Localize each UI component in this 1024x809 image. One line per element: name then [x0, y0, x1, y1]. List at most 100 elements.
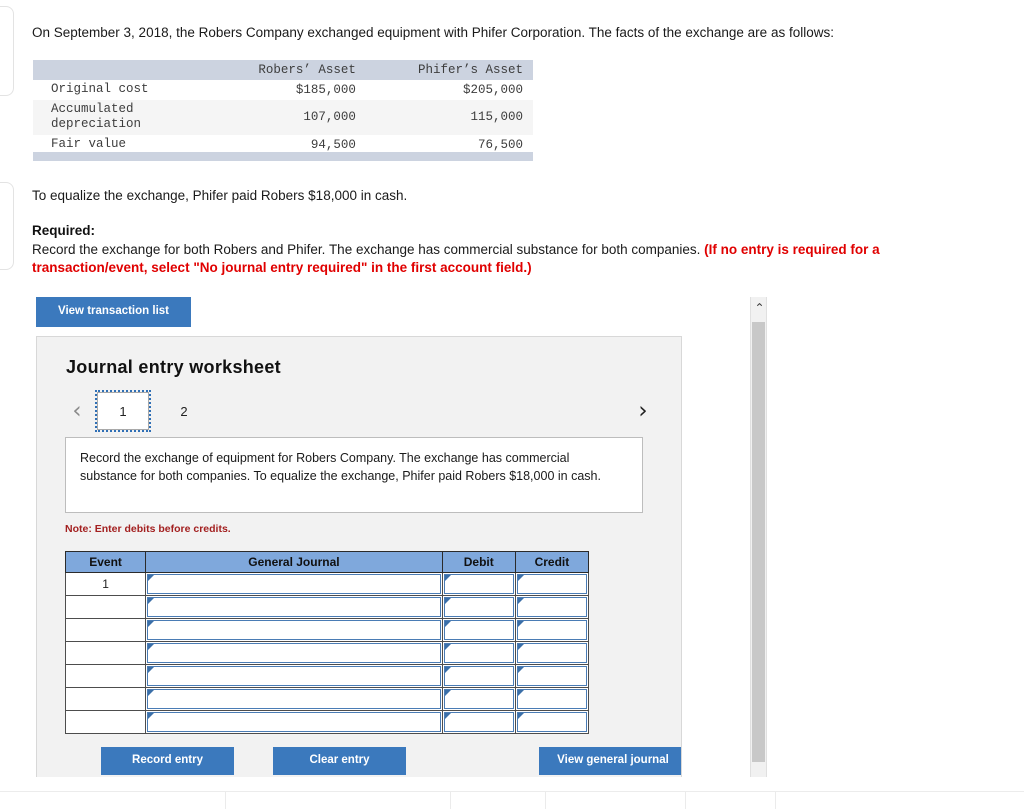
journal-entry-table: Event General Journal Debit Credit 1 — [64, 551, 590, 734]
credit-input[interactable] — [516, 597, 587, 617]
facts-table-header-blank — [33, 60, 210, 80]
general-journal-select[interactable] — [147, 574, 441, 594]
general-journal-select[interactable] — [147, 712, 441, 732]
table-row: Accumulated depreciation 107,000 115,000 — [33, 99, 533, 135]
credit-input[interactable] — [516, 620, 587, 640]
table-row — [64, 687, 590, 711]
table-row — [64, 618, 590, 642]
required-body: Record the exchange for both Robers and … — [32, 241, 942, 277]
general-journal-cell[interactable] — [145, 664, 443, 688]
general-journal-cell[interactable] — [145, 572, 443, 596]
event-cell: 1 — [64, 572, 147, 596]
general-journal-cell[interactable] — [145, 595, 443, 619]
debit-input[interactable] — [443, 620, 514, 640]
table-row — [64, 664, 590, 688]
general-journal-cell[interactable] — [145, 641, 443, 665]
worksheet-pager: ‹ 1 2 › — [37, 389, 681, 435]
credit-cell[interactable] — [514, 687, 590, 711]
debit-cell[interactable] — [441, 687, 516, 711]
column-header-general-journal: General Journal — [145, 551, 443, 573]
question-content: On September 3, 2018, the Robers Company… — [0, 0, 880, 809]
credit-input[interactable] — [516, 643, 587, 663]
credit-cell[interactable] — [514, 595, 590, 619]
worksheet-tab-1[interactable]: 1 — [95, 390, 151, 432]
general-journal-cell[interactable] — [145, 687, 443, 711]
column-header-credit: Credit — [514, 551, 590, 573]
worksheet-description: Record the exchange of equipment for Rob… — [65, 437, 643, 513]
table-row: 1 — [64, 572, 590, 596]
clear-entry-button[interactable]: Clear entry — [273, 747, 406, 775]
general-journal-cell[interactable] — [145, 710, 443, 734]
facts-table-footer-bar — [33, 152, 533, 161]
credit-cell[interactable] — [514, 664, 590, 688]
table-row — [64, 710, 590, 734]
facts-row-robers-value: $185,000 — [295, 82, 356, 97]
debits-before-credits-note: Note: Enter debits before credits. — [65, 523, 231, 535]
chevron-up-icon[interactable]: ⌃ — [751, 297, 768, 319]
facts-row-phifer-value: $205,000 — [462, 82, 523, 97]
event-cell — [64, 595, 147, 619]
view-transaction-list-button[interactable]: View transaction list — [36, 297, 191, 327]
debit-input[interactable] — [443, 689, 514, 709]
vertical-scrollbar[interactable]: ⌃ — [750, 297, 767, 777]
table-row — [64, 595, 590, 619]
equalize-text: To equalize the exchange, Phifer paid Ro… — [32, 188, 408, 203]
general-journal-select[interactable] — [147, 689, 441, 709]
debit-input[interactable] — [443, 597, 514, 617]
debit-cell[interactable] — [441, 710, 516, 734]
bottom-partial-grid — [0, 792, 1024, 809]
journal-entry-worksheet-panel: Journal entry worksheet ‹ 1 2 › Record t… — [36, 336, 682, 777]
credit-input[interactable] — [516, 689, 587, 709]
chevron-left-icon[interactable]: ‹ — [66, 397, 88, 425]
debit-cell[interactable] — [441, 641, 516, 665]
credit-cell[interactable] — [514, 618, 590, 642]
debit-input[interactable] — [443, 643, 514, 663]
general-journal-select[interactable] — [147, 620, 441, 640]
facts-row-robers-value: 107,000 — [209, 99, 366, 135]
facts-row-phifer-value: 115,000 — [365, 99, 533, 135]
general-journal-select[interactable] — [147, 643, 441, 663]
scrollbar-thumb[interactable] — [752, 322, 765, 762]
column-header-debit: Debit — [441, 551, 516, 573]
general-journal-cell[interactable] — [145, 618, 443, 642]
event-cell — [64, 664, 147, 688]
column-header-event: Event — [64, 551, 147, 573]
debit-input[interactable] — [443, 712, 514, 732]
credit-input[interactable] — [516, 574, 587, 594]
facts-table-header-robers: Robers’ Asset — [209, 60, 366, 80]
event-cell — [64, 618, 147, 642]
credit-cell[interactable] — [514, 572, 590, 596]
event-cell — [64, 710, 147, 734]
journal-table-body: 1 — [64, 572, 590, 734]
general-journal-select[interactable] — [147, 597, 441, 617]
problem-intro-text: On September 3, 2018, the Robers Company… — [32, 25, 834, 40]
chevron-right-icon[interactable]: › — [632, 397, 654, 425]
facts-table: Robers’ Asset Phifer’s Asset Original co… — [33, 60, 533, 155]
table-row — [64, 641, 590, 665]
journal-table-header-row: Event General Journal Debit Credit — [64, 551, 590, 573]
record-entry-button[interactable]: Record entry — [101, 747, 234, 775]
facts-row-label: Original cost — [51, 82, 149, 96]
view-general-journal-button[interactable]: View general journal — [539, 747, 681, 775]
debit-input[interactable] — [443, 574, 514, 594]
debit-cell[interactable] — [441, 572, 516, 596]
event-cell — [64, 687, 147, 711]
general-journal-select[interactable] — [147, 666, 441, 686]
debit-cell[interactable] — [441, 618, 516, 642]
required-body-text: Record the exchange for both Robers and … — [32, 242, 705, 257]
worksheet-title: Journal entry worksheet — [66, 357, 281, 377]
credit-cell[interactable] — [514, 710, 590, 734]
debit-cell[interactable] — [441, 664, 516, 688]
table-row: Original cost $185,000 $205,000 — [33, 80, 533, 100]
credit-cell[interactable] — [514, 641, 590, 665]
required-label: Required: — [32, 223, 96, 238]
event-cell — [64, 641, 147, 665]
facts-table-header-phifer: Phifer’s Asset — [365, 60, 533, 80]
credit-input[interactable] — [516, 712, 587, 732]
debit-input[interactable] — [443, 666, 514, 686]
facts-row-label: Accumulated depreciation — [33, 99, 210, 135]
debit-cell[interactable] — [441, 595, 516, 619]
facts-table-header-row: Robers’ Asset Phifer’s Asset — [33, 60, 533, 80]
worksheet-tab-2[interactable]: 2 — [164, 392, 204, 430]
credit-input[interactable] — [516, 666, 587, 686]
